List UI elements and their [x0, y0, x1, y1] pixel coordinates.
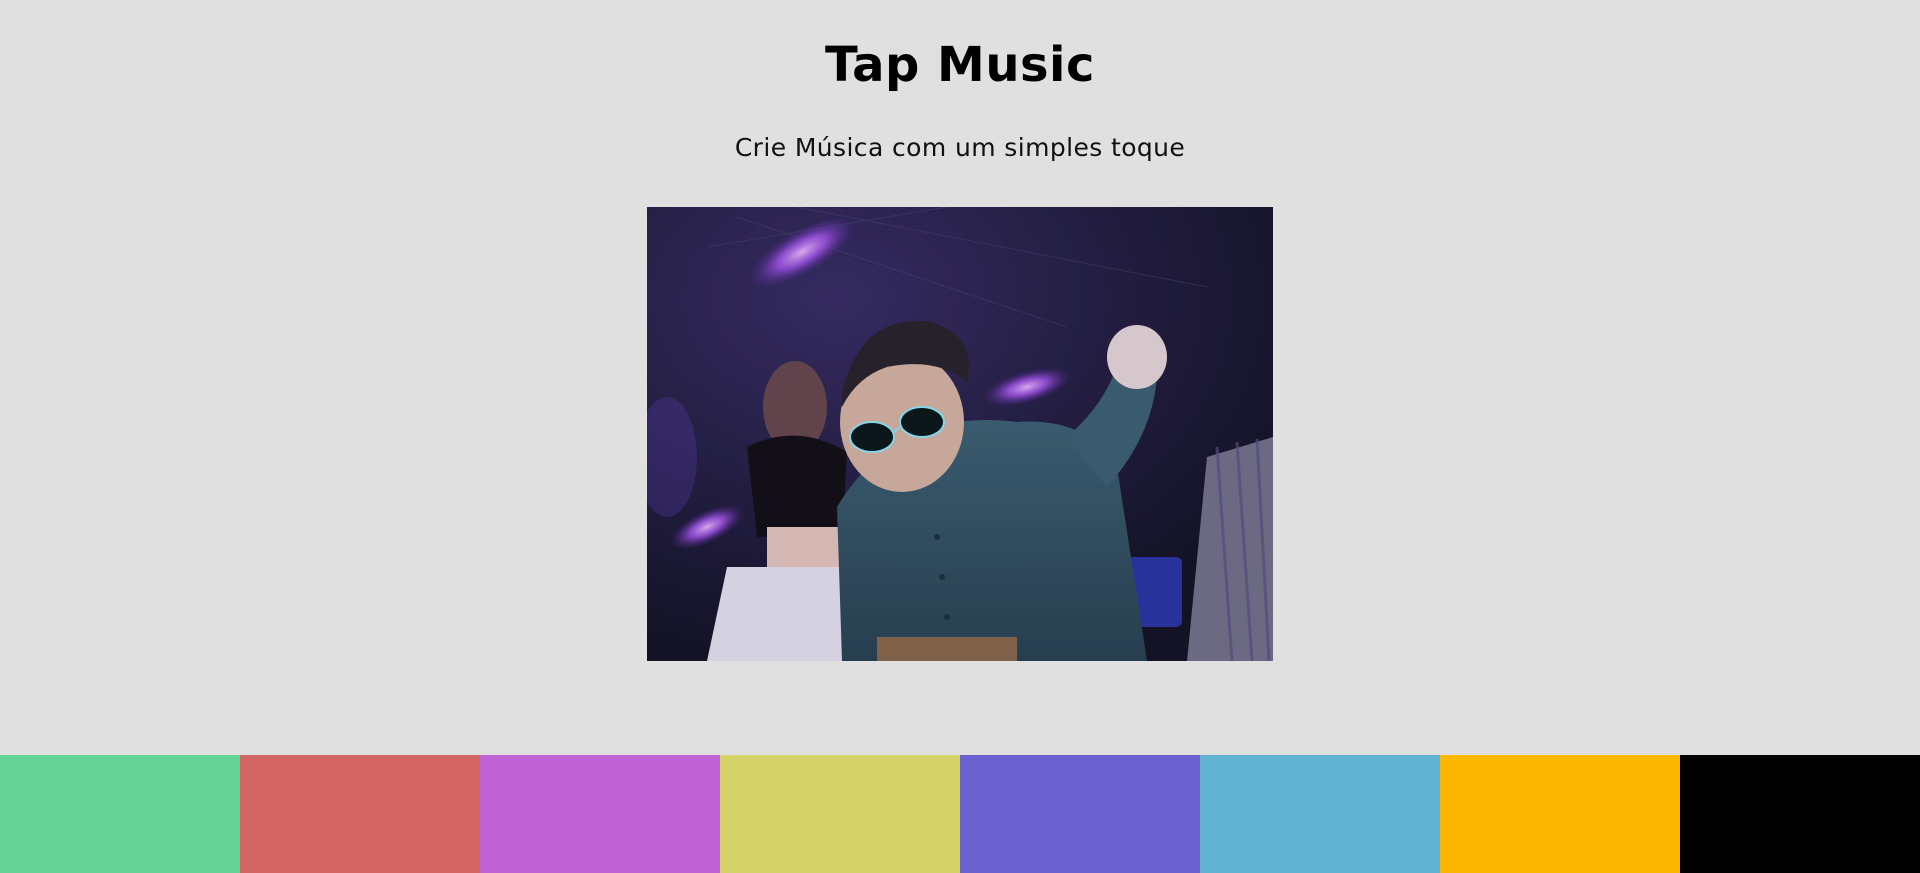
- pad-6[interactable]: [1200, 755, 1440, 873]
- page-subtitle: Crie Música com um simples toque: [734, 133, 1186, 162]
- pad-2[interactable]: [240, 755, 480, 873]
- pad-8[interactable]: [1680, 755, 1920, 873]
- pad-1[interactable]: [0, 755, 240, 873]
- pad-4[interactable]: [720, 755, 960, 873]
- page: Tap Music Crie Música com um simples toq…: [0, 0, 1920, 873]
- pad-5[interactable]: [960, 755, 1200, 873]
- pad-7[interactable]: [1440, 755, 1680, 873]
- page-title: Tap Music: [825, 37, 1095, 93]
- drum-pads: [0, 755, 1920, 873]
- pad-3[interactable]: [480, 755, 720, 873]
- dancing-gif: [647, 207, 1273, 661]
